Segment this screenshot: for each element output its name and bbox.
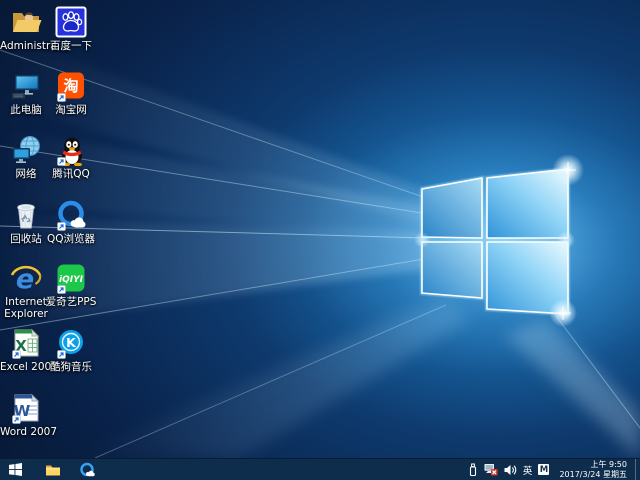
icon-label: 爱奇艺PPS <box>45 296 97 308</box>
clock-time: 上午 9:50 <box>559 460 627 470</box>
kugou-icon: K <box>45 327 97 360</box>
baidu-paw-icon <box>45 6 97 39</box>
icon-label: Word 2007 <box>0 426 52 438</box>
word-icon: W <box>0 392 52 425</box>
desktop-icon-kugou-music[interactable]: K 酷狗音乐 <box>45 327 97 373</box>
folder-icon <box>45 463 61 477</box>
icon-label: 百度一下 <box>45 40 97 52</box>
icon-label: 腾讯QQ <box>45 168 97 180</box>
desktop-icon-tencent-qq[interactable]: 腾讯QQ <box>45 134 97 180</box>
icon-label: QQ浏览器 <box>45 233 97 245</box>
screen: Administra... 百度一下 <box>0 0 640 480</box>
svg-text:淘: 淘 <box>62 77 78 95</box>
icon-label: 酷狗音乐 <box>45 361 97 373</box>
iqiyi-icon: iQIYI <box>45 262 97 295</box>
shortcut-arrow-overlay <box>58 351 66 359</box>
desktop-icon-iqiyi-pps[interactable]: iQIYI 爱奇艺PPS <box>45 262 97 308</box>
usb-device-icon[interactable] <box>468 459 478 480</box>
desktop-icon-qq-browser[interactable]: QQ浏览器 <box>45 199 97 245</box>
icon-label: 淘宝网 <box>45 104 97 116</box>
volume-icon[interactable] <box>504 459 517 480</box>
taskbar: 英 M 上午 9:50 2017/3/24 星期五 <box>0 458 640 480</box>
system-tray: 英 M 上午 9:50 2017/3/24 星期五 <box>468 459 640 480</box>
file-explorer-button[interactable] <box>40 459 66 480</box>
shortcut-arrow-overlay <box>58 286 66 294</box>
qq-browser-taskbar-button[interactable] <box>74 459 100 480</box>
windows-logo-icon <box>9 463 22 476</box>
language-indicator[interactable]: 英 <box>523 459 533 480</box>
shortcut-arrow-overlay <box>58 94 66 102</box>
start-button[interactable] <box>0 459 30 480</box>
shortcut-arrow-overlay <box>13 416 21 424</box>
network-disconnected-icon[interactable] <box>484 459 498 480</box>
show-desktop-button[interactable] <box>635 459 640 480</box>
shortcut-arrow-overlay <box>13 351 21 359</box>
ime-badge[interactable]: M <box>538 459 549 480</box>
desktop-icon-word-2007[interactable]: W Word 2007 <box>0 392 52 438</box>
shortcut-arrow-overlay <box>58 223 66 231</box>
svg-text:K: K <box>66 335 77 350</box>
qq-browser-icon <box>45 199 97 232</box>
desktop-icon-taobao[interactable]: 淘 淘宝网 <box>45 70 97 116</box>
qq-browser-icon <box>79 462 95 478</box>
clock-date: 2017/3/24 星期五 <box>559 470 627 480</box>
taskbar-clock[interactable]: 上午 9:50 2017/3/24 星期五 <box>559 460 627 480</box>
svg-text:iQIYI: iQIYI <box>59 275 84 285</box>
qq-penguin-icon <box>45 134 97 167</box>
shortcut-arrow-overlay <box>58 158 66 166</box>
desktop[interactable]: Administra... 百度一下 <box>0 0 640 458</box>
taobao-icon: 淘 <box>45 70 97 103</box>
desktop-icon-baidu[interactable]: 百度一下 <box>45 6 97 52</box>
